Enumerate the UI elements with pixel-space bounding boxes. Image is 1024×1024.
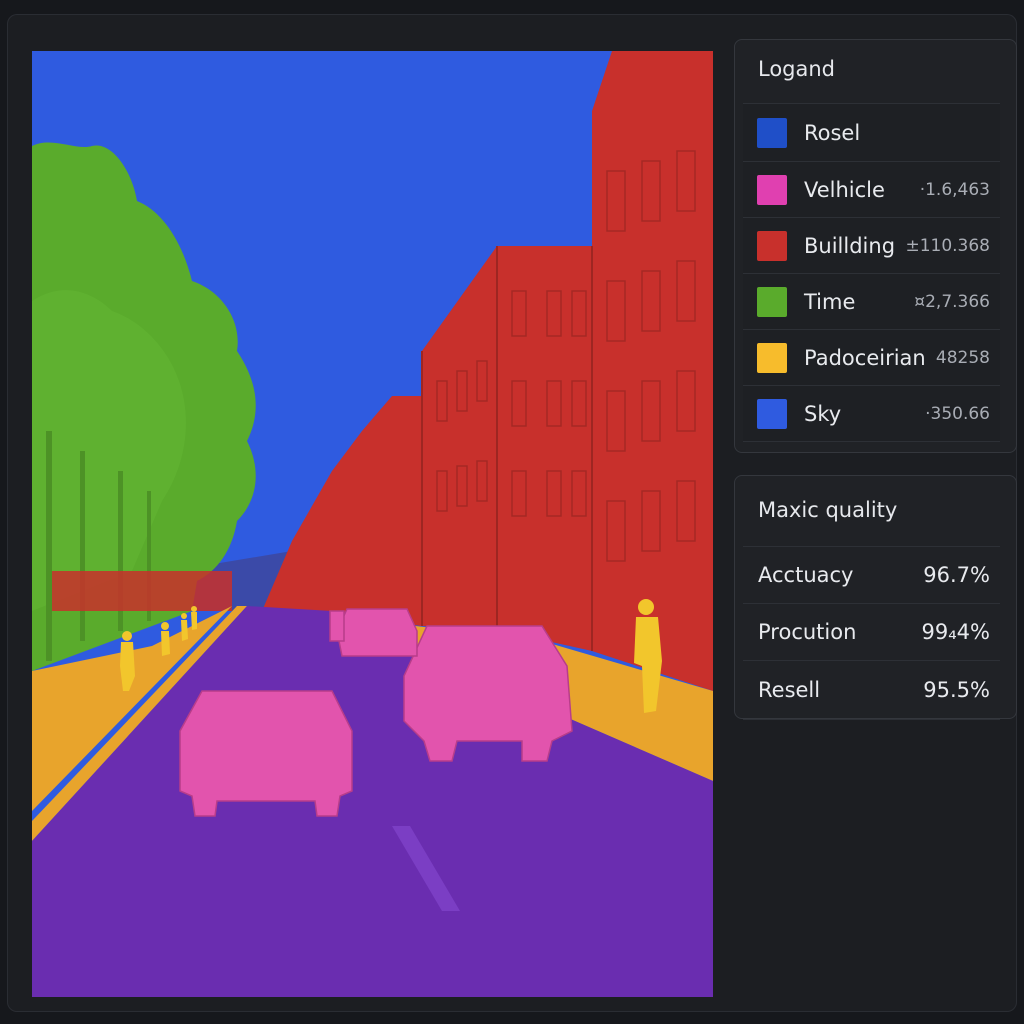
legend-label: Sky	[804, 401, 842, 426]
legend-label: Padoceirian	[804, 345, 926, 370]
legend-value: ·1.6,463	[919, 179, 990, 200]
metric-row-recall: Resell 95.5%	[743, 660, 1000, 720]
app-window: Logand Rosel Velhicle ·1.6,463 Buillding…	[7, 14, 1017, 1012]
legend-item-road[interactable]: Rosel	[743, 103, 1000, 161]
metric-value: 96.7%	[923, 563, 990, 587]
legend-value: 48258	[935, 347, 990, 368]
metric-label: Procution	[758, 620, 857, 644]
swatch-tree	[757, 286, 787, 317]
metric-row-accuracy: Acctuacy 96.7%	[743, 546, 1000, 603]
metric-value: 99₄4%	[921, 620, 990, 644]
quality-panel: Maxic quality Acctuacy 96.7% Procution 9…	[734, 475, 1017, 720]
legend-label: Time	[804, 289, 856, 314]
legend-list: Rosel Velhicle ·1.6,463 Buillding ±110.3…	[743, 103, 1000, 442]
legend-panel: Logand Rosel Velhicle ·1.6,463 Buillding…	[734, 39, 1017, 453]
legend-item-pedestrian[interactable]: Padoceirian 48258	[743, 329, 1000, 385]
metric-row-precision: Procution 99₄4%	[743, 603, 1000, 660]
swatch-sky	[757, 398, 787, 429]
legend-value: ¤2,7.366	[914, 291, 990, 312]
segmentation-image[interactable]	[32, 51, 713, 997]
metric-list: Acctuacy 96.7% Procution 99₄4% Resell 95…	[743, 546, 1000, 720]
metric-value: 95.5%	[923, 678, 990, 702]
legend-label: Buillding	[804, 233, 896, 258]
legend-item-building[interactable]: Buillding ±110.368	[743, 217, 1000, 273]
legend-value: ·350.66	[925, 403, 990, 424]
metric-label: Resell	[758, 678, 821, 702]
legend-item-vehicle[interactable]: Velhicle ·1.6,463	[743, 161, 1000, 217]
swatch-road	[757, 117, 787, 148]
swatch-building	[757, 230, 787, 261]
swatch-pedestrian	[757, 342, 787, 373]
legend-item-sky[interactable]: Sky ·350.66	[743, 385, 1000, 442]
swatch-vehicle	[757, 174, 787, 205]
legend-label: Rosel	[804, 120, 861, 145]
legend-value: ±110.368	[905, 235, 990, 256]
segmentation-map	[32, 51, 713, 997]
metric-label: Acctuacy	[758, 563, 854, 587]
legend-title: Logand	[758, 57, 836, 81]
quality-title: Maxic quality	[758, 498, 898, 522]
legend-item-tree[interactable]: Time ¤2,7.366	[743, 273, 1000, 329]
legend-label: Velhicle	[804, 177, 885, 202]
